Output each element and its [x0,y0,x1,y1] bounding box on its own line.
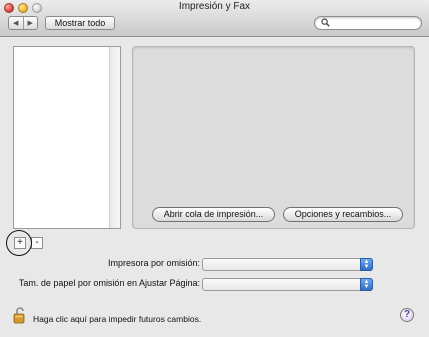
options-supplies-button[interactable]: Opciones y recambios... [283,207,403,222]
remove-printer-button[interactable]: - [31,237,43,249]
printer-list[interactable] [13,46,121,229]
default-paper-size-popup[interactable]: ▲ ▼ [202,278,373,291]
search-field[interactable] [314,16,422,30]
navigation-segmented-control: ◀ ▶ [8,16,38,30]
forward-arrow-icon[interactable]: ▶ [22,17,38,29]
add-remove-printer-controls: + - [14,237,43,249]
help-button[interactable]: ? [400,308,414,322]
default-printer-label: Impresora por omisión: [107,258,200,268]
window-titlebar: Impresión y Fax ◀ ▶ Mostrar todo [0,0,429,37]
search-input[interactable] [332,18,417,28]
search-icon [321,18,330,30]
default-paper-size-label: Tam. de papel por omisión en Ajustar Pág… [18,278,200,288]
lock-status-text[interactable]: Haga clic aquí para impedir futuros camb… [33,314,201,324]
show-all-button[interactable]: Mostrar todo [45,16,115,30]
printer-detail-panel [132,46,415,229]
printer-list-scrollbar[interactable] [109,47,120,228]
add-printer-button[interactable]: + [14,237,26,249]
default-printer-popup[interactable]: ▲ ▼ [202,258,373,271]
popup-stepper-icon: ▲ ▼ [360,278,373,291]
popup-stepper-icon: ▲ ▼ [360,258,373,271]
lock-icon[interactable] [13,306,27,324]
open-print-queue-button[interactable]: Abrir cola de impresión... [152,207,275,222]
back-arrow-icon[interactable]: ◀ [9,17,23,29]
window-title: Impresión y Fax [178,1,251,12]
